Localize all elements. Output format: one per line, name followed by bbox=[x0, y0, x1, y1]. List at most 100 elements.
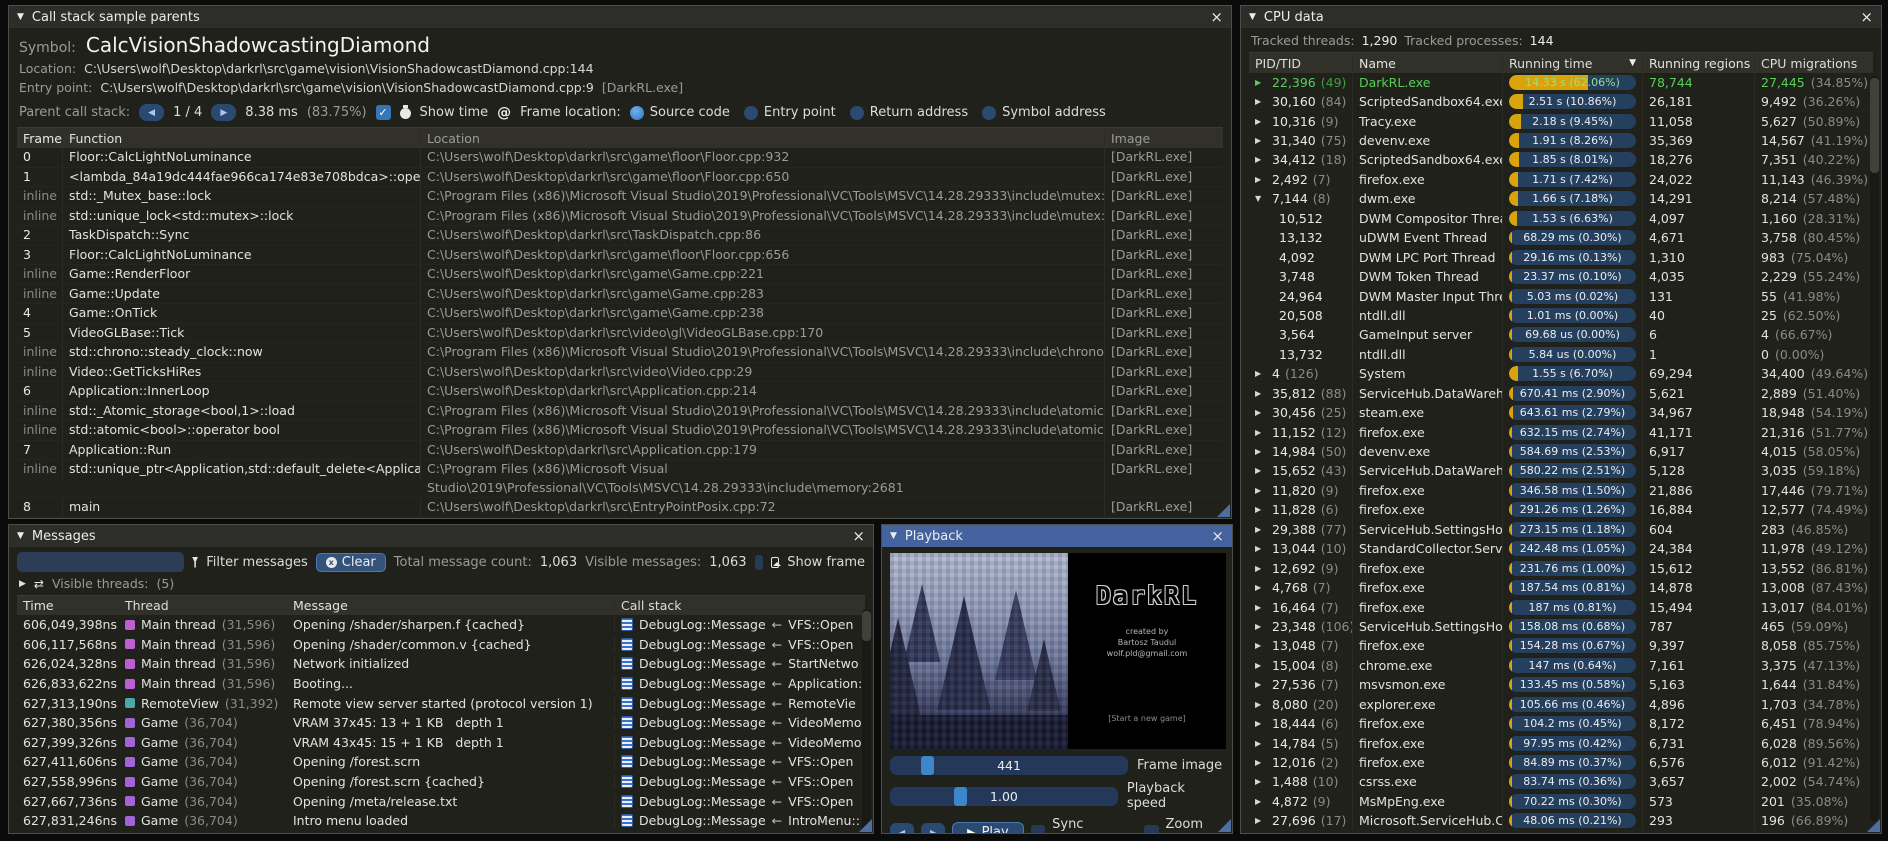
function-cell[interactable]: Floor::CalcLightNoLuminance bbox=[63, 148, 421, 167]
function-cell[interactable]: std::_Atomic_storage<bool,1>::load bbox=[63, 402, 421, 421]
expand-icon[interactable]: ▶ bbox=[1255, 389, 1267, 398]
callstack-table-row[interactable]: inline Video::GetTicksHiRes C:\Users\wol… bbox=[17, 363, 1223, 383]
location-cell[interactable]: C:\Users\wolf\Desktop\darkrl\src\video\V… bbox=[421, 363, 1105, 382]
expand-icon[interactable]: ▶ bbox=[1255, 680, 1267, 689]
process-row[interactable]: ▶ 29,388 (77) ServiceHub.SettingsHost 27… bbox=[1249, 520, 1873, 539]
callstack-function[interactable]: DebugLog::Message bbox=[639, 637, 766, 652]
callstack-caller[interactable]: VFS::Open bbox=[788, 794, 853, 809]
process-row[interactable]: ▶ 4 (126) System 1.55 s (6.70%) 69,294 3… bbox=[1249, 365, 1873, 384]
callstack-table-row[interactable]: 5 VideoGLBase::Tick C:\Users\wolf\Deskto… bbox=[17, 324, 1223, 344]
process-row[interactable]: ▶ 12,692 (9) firefox.exe 231.76 ms (1.00… bbox=[1249, 559, 1873, 578]
process-row[interactable]: ▶ 30,456 (25) steam.exe 643.61 ms (2.79%… bbox=[1249, 403, 1873, 422]
callstack-table-row[interactable]: 3 Floor::CalcLightNoLuminance C:\Users\w… bbox=[17, 246, 1223, 266]
scrollbar-thumb[interactable] bbox=[1870, 78, 1879, 173]
message-row[interactable]: 626,833,622ns Main thread (31,596) Booti… bbox=[17, 674, 865, 694]
resize-grip[interactable] bbox=[1867, 819, 1880, 832]
message-row[interactable]: 627,667,736ns Game (36,704) Opening /met… bbox=[17, 791, 865, 811]
expand-icon[interactable]: ▶ bbox=[1255, 700, 1267, 709]
collapse-icon[interactable]: ▼ bbox=[17, 531, 24, 541]
callstack-table-row[interactable]: 8 main C:\Users\wolf\Desktop\darkrl\src\… bbox=[17, 498, 1223, 518]
process-row[interactable]: ▶ 14,984 (50) devenv.exe 584.69 ms (2.53… bbox=[1249, 442, 1873, 461]
function-cell[interactable]: Floor::CalcLightNoLuminance bbox=[63, 246, 421, 265]
expand-icon[interactable]: ▶ bbox=[1255, 603, 1267, 612]
cpu-panel-titlebar[interactable]: ▼ CPU data × bbox=[1241, 6, 1881, 28]
location-cell[interactable]: d:\agent\_work\63\s\src\vctools\crt\vcst… bbox=[421, 518, 1105, 519]
function-cell[interactable]: Game::OnTick bbox=[63, 304, 421, 323]
message-row[interactable]: 606,049,398ns Main thread (31,596) Openi… bbox=[17, 615, 865, 635]
filter-input[interactable] bbox=[17, 552, 184, 572]
resize-grip[interactable] bbox=[1217, 504, 1230, 517]
process-row[interactable]: ▶ 35,812 (88) ServiceHub.DataWarehou 670… bbox=[1249, 384, 1873, 403]
process-row[interactable]: 13,732 ntdll.dll 5.84 us (0.00%) 1 0 (0.… bbox=[1249, 345, 1873, 364]
process-row[interactable]: 3,748 DWM Token Thread 23.37 ms (0.10%) … bbox=[1249, 267, 1873, 286]
expand-icon[interactable]: ▶ bbox=[1255, 544, 1267, 553]
location-cell[interactable]: C:\Users\wolf\Desktop\darkrl\src\TaskDis… bbox=[421, 226, 1105, 245]
callstack-table-row[interactable]: inline invoke_main d:\agent\_work\63\s\s… bbox=[17, 518, 1223, 519]
callstack-caller[interactable]: RemoteVie bbox=[788, 696, 856, 711]
frame-location-radio[interactable]: Return address bbox=[850, 105, 968, 120]
callstack-list-icon[interactable] bbox=[621, 814, 633, 827]
location-cell[interactable]: C:\Users\wolf\Desktop\darkrl\src\EntryPo… bbox=[421, 498, 1105, 517]
function-cell[interactable]: std::unique_lock<std::mutex>::lock bbox=[63, 207, 421, 226]
process-row[interactable]: ▶ 15,652 (43) ServiceHub.DataWarehou 580… bbox=[1249, 462, 1873, 481]
callstack-table-row[interactable]: inline std::_Atomic_storage<bool,1>::loa… bbox=[17, 402, 1223, 422]
expand-icon[interactable]: ▶ bbox=[1255, 816, 1267, 825]
running-regions-column-header[interactable]: Running regions bbox=[1643, 53, 1755, 73]
prev-callstack-button[interactable]: ◀ bbox=[139, 104, 164, 121]
callstack-function[interactable]: DebugLog::Message bbox=[639, 617, 766, 632]
sync-timeline-checkbox[interactable] bbox=[1031, 825, 1045, 835]
collapse-icon[interactable]: ▼ bbox=[890, 531, 897, 541]
clear-button[interactable]: x Clear bbox=[316, 553, 386, 572]
process-row[interactable]: ▶ 8,080 (20) explorer.exe 105.66 ms (0.4… bbox=[1249, 695, 1873, 714]
expand-icon[interactable]: ▶ bbox=[1255, 117, 1267, 126]
function-cell[interactable]: VideoGLBase::Tick bbox=[63, 324, 421, 343]
callstack-list-icon[interactable] bbox=[621, 697, 633, 710]
location-cell[interactable]: C:\Program Files (x86)\Microsoft Visual … bbox=[421, 187, 1105, 206]
process-row[interactable]: ▶ 11,820 (9) firefox.exe 346.58 ms (1.50… bbox=[1249, 481, 1873, 500]
expand-icon[interactable]: ▶ bbox=[1255, 136, 1267, 145]
frame-image-slider[interactable]: 441 bbox=[890, 756, 1128, 775]
expand-icon[interactable]: ▶ bbox=[1255, 583, 1267, 592]
close-icon[interactable]: × bbox=[1860, 10, 1873, 24]
function-cell[interactable]: Video::GetTicksHiRes bbox=[63, 363, 421, 382]
message-row[interactable]: 627,831,246ns Game (36,704) Intro menu l… bbox=[17, 811, 865, 831]
function-cell[interactable]: std::atomic<bool>::operator bool bbox=[63, 421, 421, 440]
callstack-table-row[interactable]: inline Game::RenderFloor C:\Users\wolf\D… bbox=[17, 265, 1223, 285]
expand-icon[interactable]: ▶ bbox=[1255, 369, 1267, 378]
entry-point-path[interactable]: C:\Users\wolf\Desktop\darkrl\src\game\vi… bbox=[100, 80, 594, 95]
location-cell[interactable]: C:\Program Files (x86)\Microsoft Visual … bbox=[421, 343, 1105, 362]
expand-icon[interactable]: ▶ bbox=[19, 579, 26, 589]
process-row[interactable]: ▶ 11,152 (12) firefox.exe 632.15 ms (2.7… bbox=[1249, 423, 1873, 442]
callstack-function[interactable]: DebugLog::Message bbox=[639, 696, 766, 711]
callstack-caller[interactable]: IntroMenu:: bbox=[788, 813, 860, 828]
expand-icon[interactable]: ▶ bbox=[1255, 661, 1267, 670]
expand-icon[interactable]: ▶ bbox=[1255, 622, 1267, 631]
process-row[interactable]: ▶ 22,396 (49) DarkRL.exe 14.33 s (62.06%… bbox=[1249, 73, 1873, 92]
callstack-caller[interactable]: Application: bbox=[788, 676, 862, 691]
callstack-list-icon[interactable] bbox=[621, 657, 633, 670]
callstack-list-icon[interactable] bbox=[621, 755, 633, 768]
expand-icon[interactable]: ▶ bbox=[1255, 758, 1267, 767]
playback-speed-slider[interactable]: 1.00 bbox=[890, 787, 1118, 806]
expand-icon[interactable]: ▶ bbox=[1255, 175, 1267, 184]
message-row[interactable]: 627,313,190ns RemoteView (31,392) Remote… bbox=[17, 693, 865, 713]
message-row[interactable]: 606,117,568ns Main thread (31,596) Openi… bbox=[17, 635, 865, 655]
process-row[interactable]: ▶ 30,160 (84) ScriptedSandbox64.exe 2.51… bbox=[1249, 92, 1873, 111]
callstack-list-icon[interactable] bbox=[621, 736, 633, 749]
running-time-column-header[interactable]: Running time ▼ bbox=[1503, 53, 1643, 73]
location-cell[interactable]: C:\Program Files (x86)\Microsoft Visual … bbox=[421, 207, 1105, 226]
expand-icon[interactable]: ▶ bbox=[1255, 486, 1267, 495]
callstack-table-row[interactable]: 1 <lambda_84a19dc444fae966ca174e83e708bd… bbox=[17, 168, 1223, 188]
function-cell[interactable]: Game::Update bbox=[63, 285, 421, 304]
message-row[interactable]: 627,411,606ns Game (36,704) Opening /for… bbox=[17, 752, 865, 772]
expand-icon[interactable]: ▶ bbox=[1255, 739, 1267, 748]
callstack-caller[interactable]: StartNetwo bbox=[788, 656, 858, 671]
callstack-table-row[interactable]: 2 TaskDispatch::Sync C:\Users\wolf\Deskt… bbox=[17, 226, 1223, 246]
callstack-caller[interactable]: VFS::Open bbox=[788, 617, 853, 632]
callstack-table-row[interactable]: 7 Application::Run C:\Users\wolf\Desktop… bbox=[17, 441, 1223, 461]
pid-column-header[interactable]: PID/TID bbox=[1249, 53, 1353, 73]
messages-panel-titlebar[interactable]: ▼ Messages × bbox=[9, 525, 873, 547]
process-row[interactable]: ▶ 14,784 (5) firefox.exe 97.95 ms (0.42%… bbox=[1249, 734, 1873, 753]
playback-panel-titlebar[interactable]: ▼ Playback × bbox=[882, 525, 1232, 547]
callstack-list-icon[interactable] bbox=[621, 775, 633, 788]
